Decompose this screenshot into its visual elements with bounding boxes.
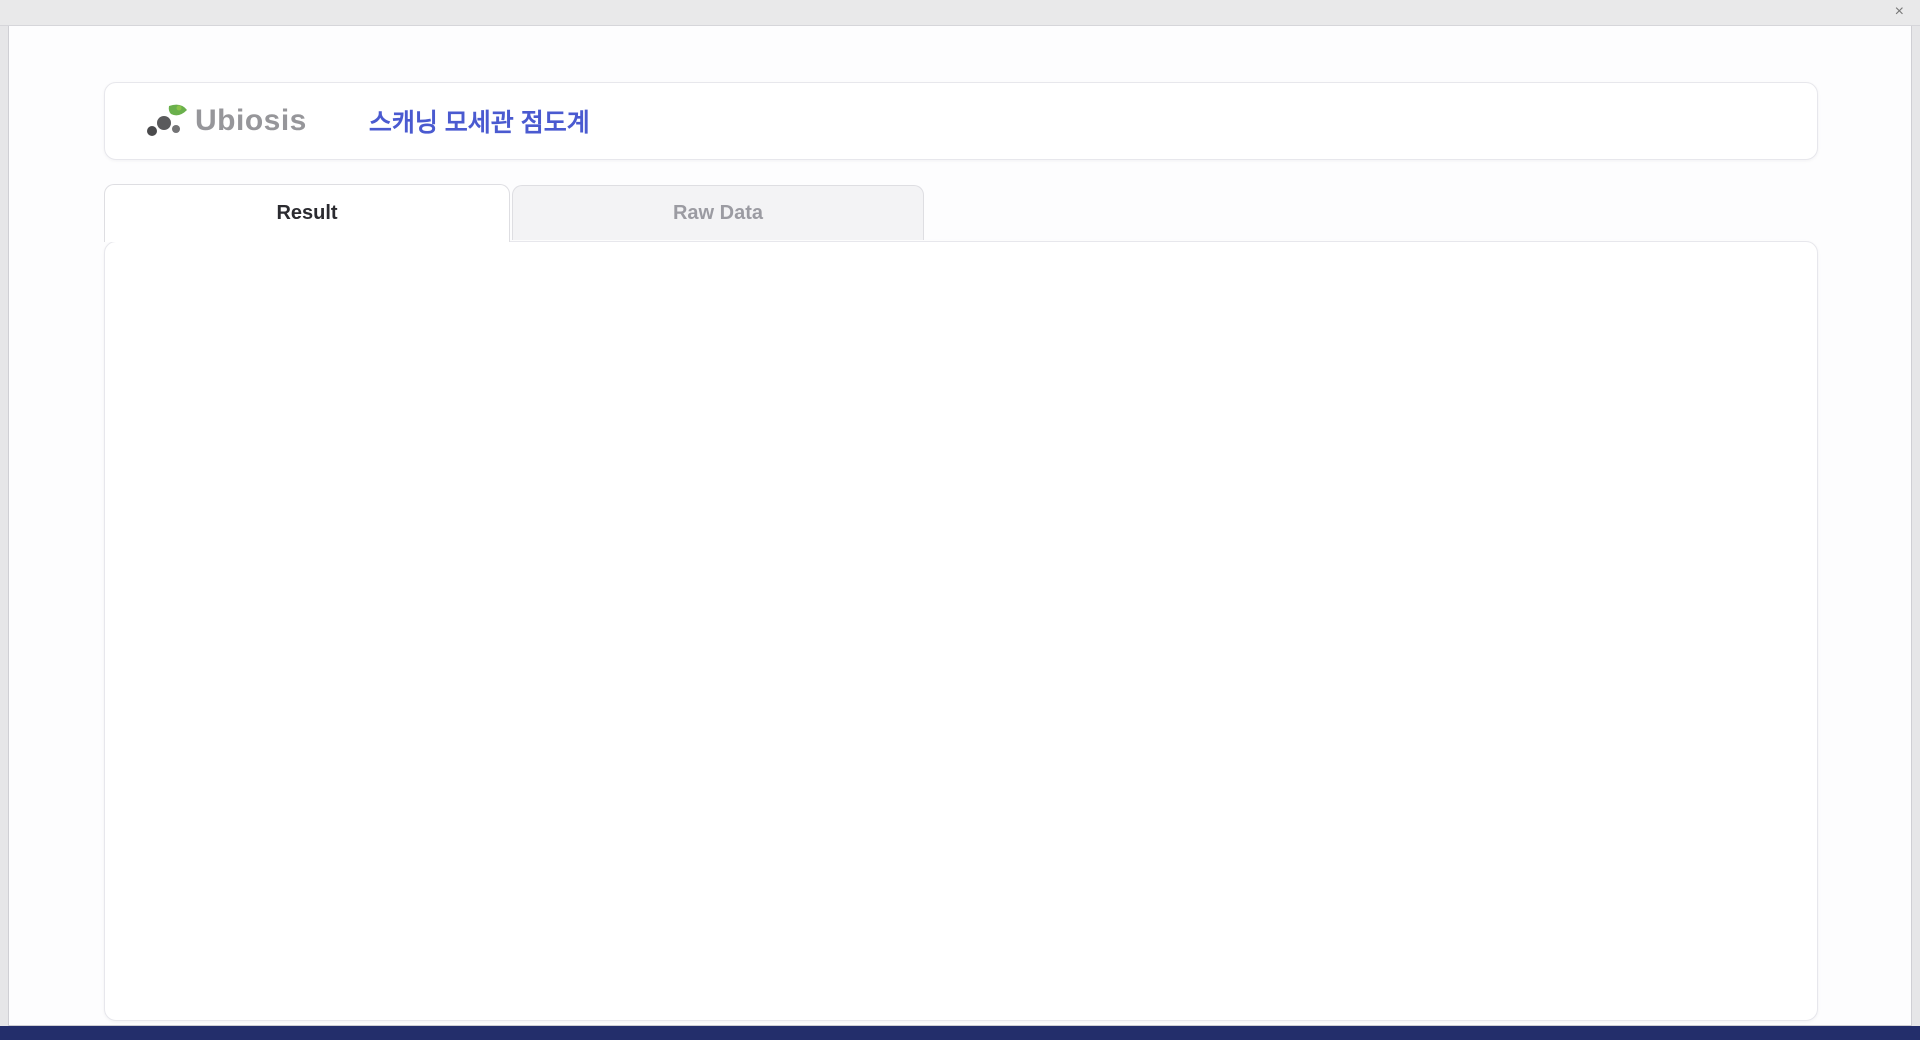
ubiosis-logo: Ubiosis [143, 102, 307, 140]
app-window: Ubiosis 스캐닝 모세관 점도계 Result Raw Data i Fi… [8, 26, 1912, 1026]
page-title: 스캐닝 모세관 점도계 [368, 109, 590, 137]
tab-raw-data[interactable]: Raw Data [512, 185, 924, 240]
tab-result[interactable]: Result [104, 184, 510, 242]
ubiosis-logo-icon [143, 102, 189, 140]
tab-result-label: Result [276, 202, 338, 224]
close-icon[interactable]: × [1895, 3, 1904, 21]
tab-raw-data-label: Raw Data [672, 201, 764, 224]
bottom-status-bar [0, 1026, 1920, 1040]
window-titlebar: × [0, 0, 1920, 26]
logo-text: Ubiosis [195, 104, 307, 137]
app-header: Ubiosis 스캐닝 모세관 점도계 [104, 82, 1818, 160]
result-panel [104, 241, 1818, 1021]
